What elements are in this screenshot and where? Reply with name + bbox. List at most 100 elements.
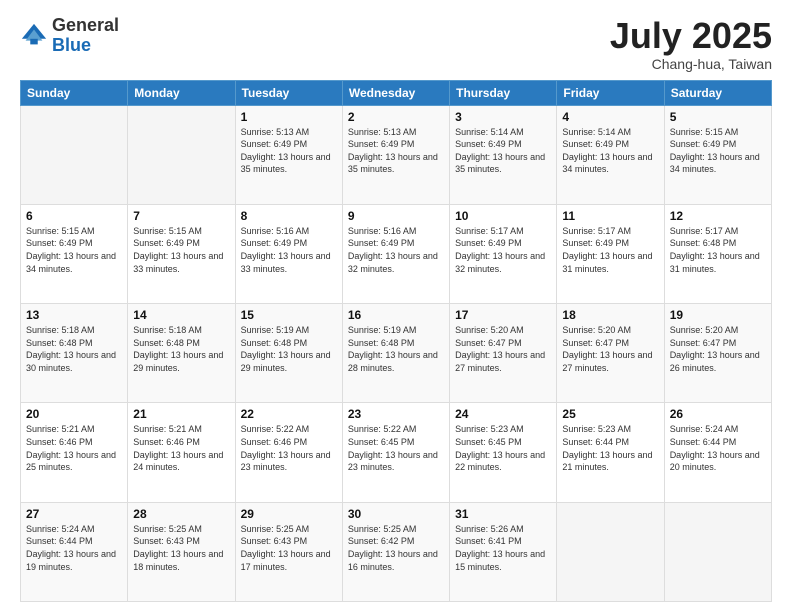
day-info: Sunrise: 5:16 AMSunset: 6:49 PMDaylight:…	[348, 225, 444, 275]
day-number: 18	[562, 308, 658, 322]
table-row: 21Sunrise: 5:21 AMSunset: 6:46 PMDayligh…	[128, 403, 235, 502]
calendar-week-row: 20 Sunrise: 5:21 AMSunset: 6:46 PMDayligh…	[21, 403, 772, 502]
table-row: 2 Sunrise: 5:13 AMSunset: 6:49 PMDaylight…	[342, 105, 449, 204]
table-row: 5Sunrise: 5:15 AMSunset: 6:49 PMDaylight…	[664, 105, 771, 204]
table-row: 29Sunrise: 5:25 AMSunset: 6:43 PMDayligh…	[235, 502, 342, 601]
table-row: 27 Sunrise: 5:24 AMSunset: 6:44 PMDayligh…	[21, 502, 128, 601]
day-info: Sunrise: 5:15 AMSunset: 6:49 PMDaylight:…	[133, 225, 229, 275]
day-number: 24	[455, 407, 551, 421]
table-row: 4Sunrise: 5:14 AMSunset: 6:49 PMDaylight…	[557, 105, 664, 204]
day-number: 23	[348, 407, 444, 421]
day-number: 14	[133, 308, 229, 322]
table-row: 14 Sunrise: 5:18 AMSunset: 6:48 PMDayligh…	[128, 304, 235, 403]
header-thursday: Thursday	[450, 80, 557, 105]
calendar-header-row: Sunday Monday Tuesday Wednesday Thursday…	[21, 80, 772, 105]
day-info: Sunrise: 5:17 AMSunset: 6:49 PMDaylight:…	[562, 225, 658, 275]
day-number: 6	[26, 209, 122, 223]
day-info: Sunrise: 5:16 AMSunset: 6:49 PMDaylight:…	[241, 225, 337, 275]
table-row	[664, 502, 771, 601]
day-info: Sunrise: 5:21 AMSunset: 6:46 PMDaylight:…	[26, 423, 122, 473]
day-info: Sunrise: 5:24 AMSunset: 6:44 PMDaylight:…	[26, 523, 122, 573]
day-number: 30	[348, 507, 444, 521]
day-number: 7	[133, 209, 229, 223]
table-row: 9 Sunrise: 5:16 AMSunset: 6:49 PMDaylight…	[342, 204, 449, 303]
day-info: Sunrise: 5:23 AMSunset: 6:45 PMDaylight:…	[455, 423, 551, 473]
day-info: Sunrise: 5:15 AMSunset: 6:49 PMDaylight:…	[670, 126, 766, 176]
day-info: Sunrise: 5:14 AMSunset: 6:49 PMDaylight:…	[562, 126, 658, 176]
day-info: Sunrise: 5:25 AMSunset: 6:42 PMDaylight:…	[348, 523, 444, 573]
title-block: July 2025 Chang-hua, Taiwan	[610, 16, 772, 72]
day-info: Sunrise: 5:24 AMSunset: 6:44 PMDaylight:…	[670, 423, 766, 473]
day-info: Sunrise: 5:18 AMSunset: 6:48 PMDaylight:…	[26, 324, 122, 374]
day-info: Sunrise: 5:22 AMSunset: 6:46 PMDaylight:…	[241, 423, 337, 473]
day-number: 16	[348, 308, 444, 322]
table-row: 28 Sunrise: 5:25 AMSunset: 6:43 PMDayligh…	[128, 502, 235, 601]
table-row: 12 Sunrise: 5:17 AMSunset: 6:48 PMDayligh…	[664, 204, 771, 303]
table-row	[21, 105, 128, 204]
calendar-week-row: 6 Sunrise: 5:15 AMSunset: 6:49 PMDaylight…	[21, 204, 772, 303]
table-row: 24 Sunrise: 5:23 AMSunset: 6:45 PMDayligh…	[450, 403, 557, 502]
day-info: Sunrise: 5:20 AMSunset: 6:47 PMDaylight:…	[670, 324, 766, 374]
table-row: 18 Sunrise: 5:20 AMSunset: 6:47 PMDayligh…	[557, 304, 664, 403]
day-number: 27	[26, 507, 122, 521]
day-number: 17	[455, 308, 551, 322]
day-number: 29	[241, 507, 337, 521]
table-row: 11 Sunrise: 5:17 AMSunset: 6:49 PMDayligh…	[557, 204, 664, 303]
calendar-week-row: 1Sunrise: 5:13 AMSunset: 6:49 PMDaylight…	[21, 105, 772, 204]
day-number: 12	[670, 209, 766, 223]
day-info: Sunrise: 5:20 AMSunset: 6:47 PMDaylight:…	[455, 324, 551, 374]
day-info: Sunrise: 5:25 AMSunset: 6:43 PMDaylight:…	[133, 523, 229, 573]
day-info: Sunrise: 5:13 AMSunset: 6:49 PMDaylight:…	[348, 126, 444, 176]
table-row	[128, 105, 235, 204]
day-info: Sunrise: 5:19 AMSunset: 6:48 PMDaylight:…	[348, 324, 444, 374]
day-number: 3	[455, 110, 551, 124]
table-row: 19Sunrise: 5:20 AMSunset: 6:47 PMDayligh…	[664, 304, 771, 403]
table-row: 20 Sunrise: 5:21 AMSunset: 6:46 PMDayligh…	[21, 403, 128, 502]
day-info: Sunrise: 5:17 AMSunset: 6:49 PMDaylight:…	[455, 225, 551, 275]
day-info: Sunrise: 5:20 AMSunset: 6:47 PMDaylight:…	[562, 324, 658, 374]
logo-general-text: General	[52, 16, 119, 36]
header-saturday: Saturday	[664, 80, 771, 105]
table-row: 23 Sunrise: 5:22 AMSunset: 6:45 PMDayligh…	[342, 403, 449, 502]
table-row: 3 Sunrise: 5:14 AMSunset: 6:49 PMDaylight…	[450, 105, 557, 204]
table-row: 22 Sunrise: 5:22 AMSunset: 6:46 PMDayligh…	[235, 403, 342, 502]
header-tuesday: Tuesday	[235, 80, 342, 105]
table-row: 8 Sunrise: 5:16 AMSunset: 6:49 PMDaylight…	[235, 204, 342, 303]
day-info: Sunrise: 5:17 AMSunset: 6:48 PMDaylight:…	[670, 225, 766, 275]
day-number: 26	[670, 407, 766, 421]
table-row: 13Sunrise: 5:18 AMSunset: 6:48 PMDayligh…	[21, 304, 128, 403]
calendar-table: Sunday Monday Tuesday Wednesday Thursday…	[20, 80, 772, 602]
day-info: Sunrise: 5:14 AMSunset: 6:49 PMDaylight:…	[455, 126, 551, 176]
day-info: Sunrise: 5:22 AMSunset: 6:45 PMDaylight:…	[348, 423, 444, 473]
logo: General Blue	[20, 16, 119, 56]
logo-text: General Blue	[52, 16, 119, 56]
day-number: 2	[348, 110, 444, 124]
table-row: 30 Sunrise: 5:25 AMSunset: 6:42 PMDayligh…	[342, 502, 449, 601]
day-number: 15	[241, 308, 337, 322]
day-info: Sunrise: 5:21 AMSunset: 6:46 PMDaylight:…	[133, 423, 229, 473]
table-row: 31Sunrise: 5:26 AMSunset: 6:41 PMDayligh…	[450, 502, 557, 601]
day-info: Sunrise: 5:26 AMSunset: 6:41 PMDaylight:…	[455, 523, 551, 573]
logo-icon	[20, 22, 48, 50]
day-info: Sunrise: 5:15 AMSunset: 6:49 PMDaylight:…	[26, 225, 122, 275]
title-month: July 2025	[610, 16, 772, 56]
logo-blue-text: Blue	[52, 36, 119, 56]
table-row: 1Sunrise: 5:13 AMSunset: 6:49 PMDaylight…	[235, 105, 342, 204]
day-number: 10	[455, 209, 551, 223]
day-number: 8	[241, 209, 337, 223]
calendar-week-row: 27 Sunrise: 5:24 AMSunset: 6:44 PMDayligh…	[21, 502, 772, 601]
table-row	[557, 502, 664, 601]
day-number: 22	[241, 407, 337, 421]
table-row: 25Sunrise: 5:23 AMSunset: 6:44 PMDayligh…	[557, 403, 664, 502]
day-number: 11	[562, 209, 658, 223]
table-row: 15Sunrise: 5:19 AMSunset: 6:48 PMDayligh…	[235, 304, 342, 403]
day-number: 9	[348, 209, 444, 223]
day-number: 28	[133, 507, 229, 521]
table-row: 7 Sunrise: 5:15 AMSunset: 6:49 PMDaylight…	[128, 204, 235, 303]
day-info: Sunrise: 5:18 AMSunset: 6:48 PMDaylight:…	[133, 324, 229, 374]
table-row: 16 Sunrise: 5:19 AMSunset: 6:48 PMDayligh…	[342, 304, 449, 403]
day-number: 20	[26, 407, 122, 421]
table-row: 26 Sunrise: 5:24 AMSunset: 6:44 PMDayligh…	[664, 403, 771, 502]
title-location: Chang-hua, Taiwan	[610, 56, 772, 72]
day-info: Sunrise: 5:13 AMSunset: 6:49 PMDaylight:…	[241, 126, 337, 176]
